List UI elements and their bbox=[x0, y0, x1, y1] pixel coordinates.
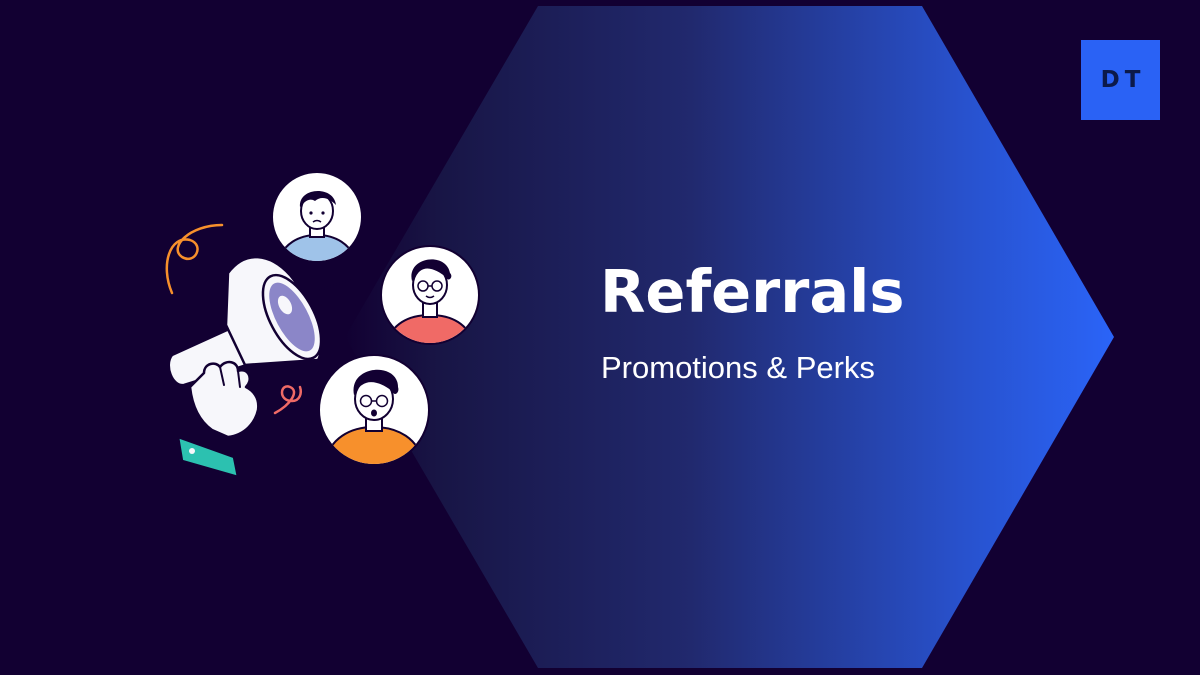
brand-logo-text: DT bbox=[1100, 67, 1146, 93]
brand-logo[interactable]: DT bbox=[1081, 40, 1160, 120]
person-avatar-icon bbox=[318, 354, 430, 466]
person-avatar-icon bbox=[380, 245, 480, 345]
megaphone-icon bbox=[167, 255, 356, 387]
referrals-banner: Referrals Promotions & Perks DT bbox=[0, 0, 1200, 675]
person-avatar-icon bbox=[271, 171, 363, 263]
megaphone-illustration bbox=[165, 171, 480, 479]
page-title: Referrals bbox=[600, 257, 905, 326]
page-subtitle: Promotions & Perks bbox=[601, 350, 875, 385]
